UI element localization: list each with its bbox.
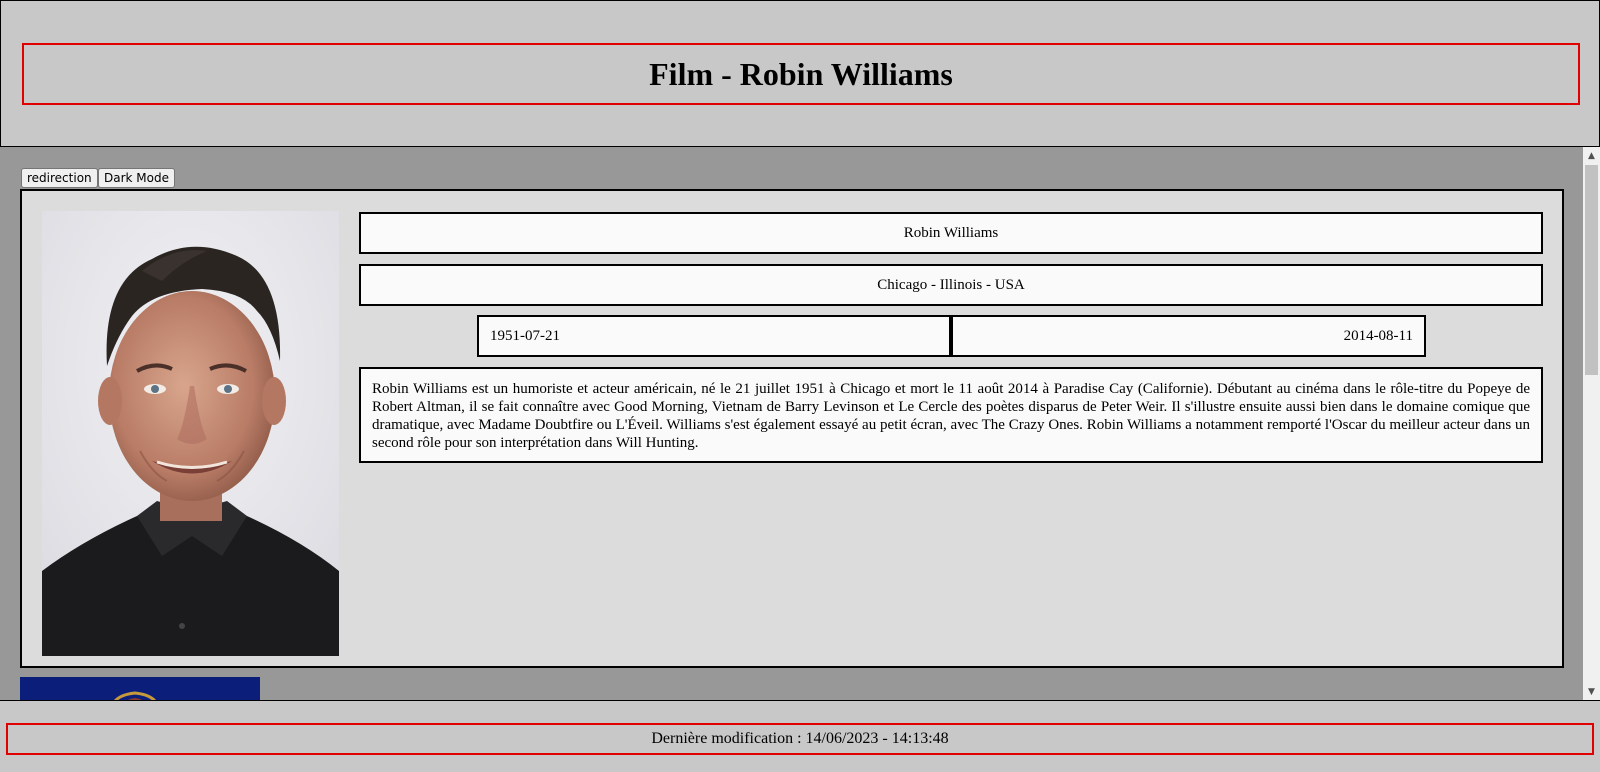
scrollbar-thumb[interactable] <box>1585 165 1598 375</box>
vertical-scrollbar[interactable]: ▲ ▼ <box>1583 147 1600 700</box>
dark-mode-button[interactable]: Dark Mode <box>98 168 175 188</box>
page-footer: Dernière modification : 14/06/2023 - 14:… <box>0 700 1600 772</box>
scroll-down-arrow-icon[interactable]: ▼ <box>1583 683 1600 700</box>
portrait-image <box>42 211 339 656</box>
scroll-up-arrow-icon[interactable]: ▲ <box>1583 147 1600 164</box>
name-field: Robin Williams <box>359 212 1543 254</box>
redirection-button[interactable]: redirection <box>21 168 98 188</box>
birth-date-field: 1951-07-21 <box>477 315 951 357</box>
last-modified-text: Dernière modification : 14/06/2023 - 14:… <box>651 730 949 747</box>
header-title-box: Film - Robin Williams <box>22 43 1580 105</box>
person-card: Robin Williams Chicago - Illinois - USA … <box>20 189 1564 668</box>
death-date-field: 2014-08-11 <box>951 315 1426 357</box>
biography-field: Robin Williams est un humoriste et acteu… <box>359 367 1543 463</box>
birthplace-field: Chicago - Illinois - USA <box>359 264 1543 306</box>
last-modified-box: Dernière modification : 14/06/2023 - 14:… <box>6 723 1594 755</box>
flag-image <box>20 677 260 700</box>
page-title: Film - Robin Williams <box>649 55 953 92</box>
page-header: Film - Robin Williams <box>0 0 1600 147</box>
main-content[interactable]: redirection Dark Mode Robin Williams Chi… <box>0 147 1600 700</box>
